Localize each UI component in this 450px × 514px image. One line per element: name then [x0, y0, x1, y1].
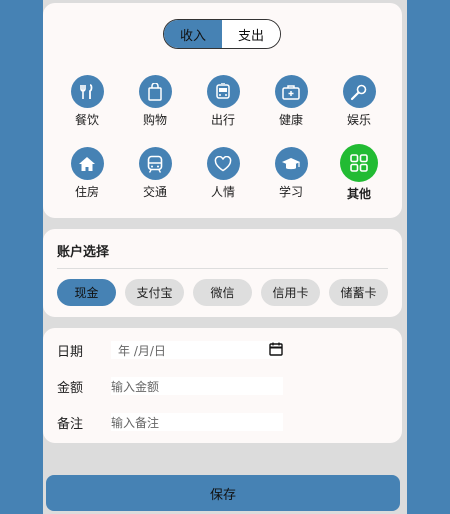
category-transport[interactable]: 交通 [125, 147, 185, 200]
house-icon [70, 147, 104, 180]
note-row: 备注 输入备注 [57, 411, 283, 433]
type-toggle: 收入 支出 [163, 19, 281, 49]
amount-label: 金额 [57, 380, 84, 396]
date-input[interactable]: 年 /月/日 [111, 341, 283, 359]
category-study[interactable]: 学习 [261, 147, 321, 200]
category-other[interactable]: 其他 [329, 144, 389, 202]
category-entertainment[interactable]: 娱乐 [329, 75, 389, 128]
category-label: 健康 [278, 113, 303, 127]
category-label: 住房 [74, 185, 99, 199]
heart-icon [206, 147, 240, 180]
fork-knife-icon [70, 75, 104, 108]
grid-icon [340, 144, 378, 182]
account-chip-credit-card[interactable]: 信用卡 [261, 279, 320, 306]
amount-placeholder: 输入金额 [111, 379, 160, 394]
account-title: 账户选择 [57, 245, 110, 260]
category-label: 人情 [210, 185, 235, 199]
income-tab[interactable]: 收入 [164, 20, 222, 48]
expense-tab[interactable]: 支出 [222, 20, 280, 48]
category-shopping[interactable]: 购物 [125, 75, 185, 128]
account-chip-cash[interactable]: 现金 [57, 279, 116, 306]
note-placeholder: 输入备注 [111, 415, 160, 430]
category-card: 收入 支出 餐饮 购物 出行 健康 娱乐 住房 交通 人情 学习 其他 [43, 3, 402, 218]
amount-input[interactable]: 输入金额 [111, 377, 283, 395]
account-chip-debit-card[interactable]: 储蓄卡 [329, 279, 388, 306]
amount-row: 金额 输入金额 [57, 375, 283, 397]
divider [57, 268, 388, 269]
account-chip-alipay[interactable]: 支付宝 [125, 279, 184, 306]
date-row: 日期 年 /月/日 [57, 339, 283, 361]
save-button[interactable]: 保存 [46, 475, 400, 511]
category-label: 出行 [210, 113, 235, 127]
form-card: 日期 年 /月/日 金额 输入金额 备注 输入备注 [43, 328, 402, 443]
bus-front-icon [206, 75, 240, 108]
calendar-icon[interactable] [269, 342, 283, 359]
date-placeholder: 年 /月/日 [118, 343, 166, 358]
subway-icon [138, 147, 172, 180]
category-travel[interactable]: 出行 [193, 75, 253, 128]
category-label: 餐饮 [74, 113, 99, 127]
account-chip-wechat[interactable]: 微信 [193, 279, 252, 306]
category-housing[interactable]: 住房 [57, 147, 117, 200]
medical-kit-icon [274, 75, 308, 108]
account-card: 账户选择 现金 支付宝 微信 信用卡 储蓄卡 [43, 229, 402, 317]
app-frame: 收入 支出 餐饮 购物 出行 健康 娱乐 住房 交通 人情 学习 其他 账户选择… [43, 0, 407, 514]
category-health[interactable]: 健康 [261, 75, 321, 128]
category-label: 娱乐 [346, 113, 371, 127]
note-input[interactable]: 输入备注 [111, 413, 283, 431]
category-dining[interactable]: 餐饮 [57, 75, 117, 128]
date-label: 日期 [57, 344, 84, 360]
category-social[interactable]: 人情 [193, 147, 253, 200]
category-label: 学习 [278, 185, 303, 199]
category-label: 交通 [142, 185, 167, 199]
shopping-bag-icon [138, 75, 172, 108]
microphone-icon [342, 75, 376, 108]
graduation-cap-icon [274, 147, 308, 180]
note-label: 备注 [57, 416, 84, 432]
category-label: 其他 [346, 187, 371, 201]
category-label: 购物 [142, 113, 167, 127]
